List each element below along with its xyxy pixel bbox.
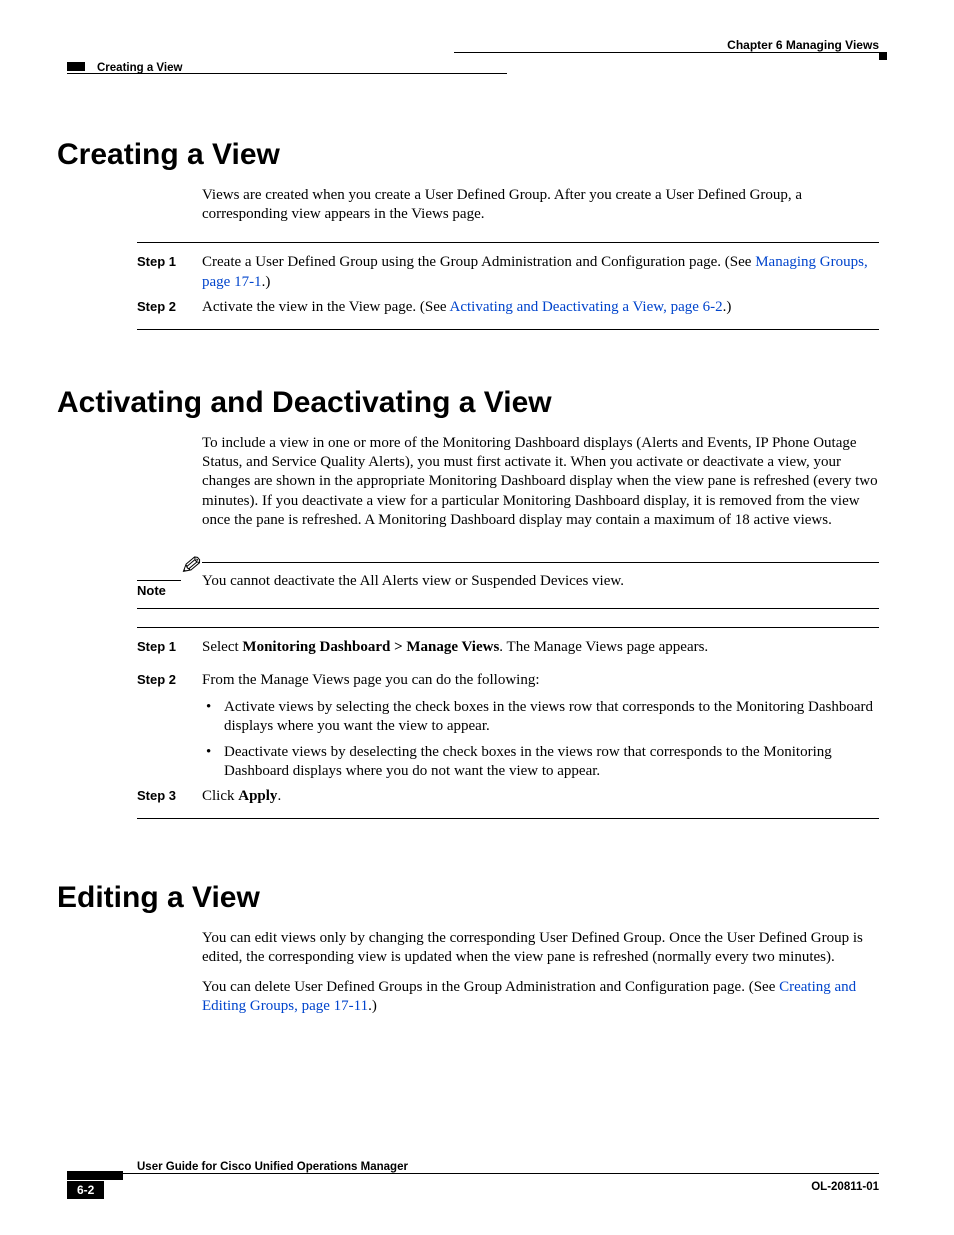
activating-view-intro: To include a view in one or more of the … [202,434,879,530]
step-body: Activate the view in the View page. (See… [202,298,879,317]
step-label: Step 1 [137,253,202,271]
editing-view-para2: You can delete User Defined Groups in th… [202,978,879,1016]
step-label: Step 2 [137,671,202,689]
step-body: Click Apply. [202,787,879,806]
list-item: Activate views by selecting the check bo… [202,698,879,736]
footer-doc-title: User Guide for Cisco Unified Operations … [137,1161,408,1173]
page-header-right: Chapter 6 Managing Views [57,38,879,62]
note-text: You cannot deactivate the All Alerts vie… [202,573,879,590]
step-row: Step 1 Select Monitoring Dashboard > Man… [57,638,879,657]
note-label: Note [137,583,202,598]
link-activating-view[interactable]: Activating and Deactivating a View, page… [450,299,723,315]
heading-activating-view: Activating and Deactivating a View [57,386,879,420]
step-body: Create a User Defined Group using the Gr… [202,253,879,291]
page-number: 6-2 [67,1181,104,1199]
step-label: Step 2 [137,298,202,316]
heading-creating-view: Creating a View [57,138,879,172]
step-divider [137,627,879,628]
note-block: ✎ Note You cannot deactivate the All Ale… [137,552,879,598]
step-row: Step 2 Activate the view in the View pag… [57,298,879,317]
step-label: Step 3 [137,787,202,805]
step-divider [137,242,879,243]
step-label: Step 1 [137,638,202,656]
bullet-list: Activate views by selecting the check bo… [202,698,879,781]
note-icon: ✎ [142,549,203,580]
list-item: Deactivate views by deselecting the chec… [202,743,879,781]
page-footer: User Guide for Cisco Unified Operations … [57,1161,879,1199]
step-divider [137,818,879,819]
creating-view-intro: Views are created when you create a User… [202,186,879,224]
page-header-left: Creating a View [57,62,879,82]
running-section-label: Creating a View [97,62,182,74]
step-row: Step 3 Click Apply. [57,787,879,806]
document-id: OL-20811-01 [811,1181,879,1199]
step-body: From the Manage Views page you can do th… [202,671,879,781]
editing-view-para1: You can edit views only by changing the … [202,929,879,967]
step-row: Step 2 From the Manage Views page you ca… [57,671,879,781]
document-page: Chapter 6 Managing Views Creating a View… [0,0,954,1235]
step-body: Select Monitoring Dashboard > Manage Vie… [202,638,879,657]
step-divider [137,329,879,330]
chapter-title: Chapter 6 Managing Views [727,38,879,52]
heading-editing-view: Editing a View [57,881,879,915]
step-row: Step 1 Create a User Defined Group using… [57,253,879,291]
